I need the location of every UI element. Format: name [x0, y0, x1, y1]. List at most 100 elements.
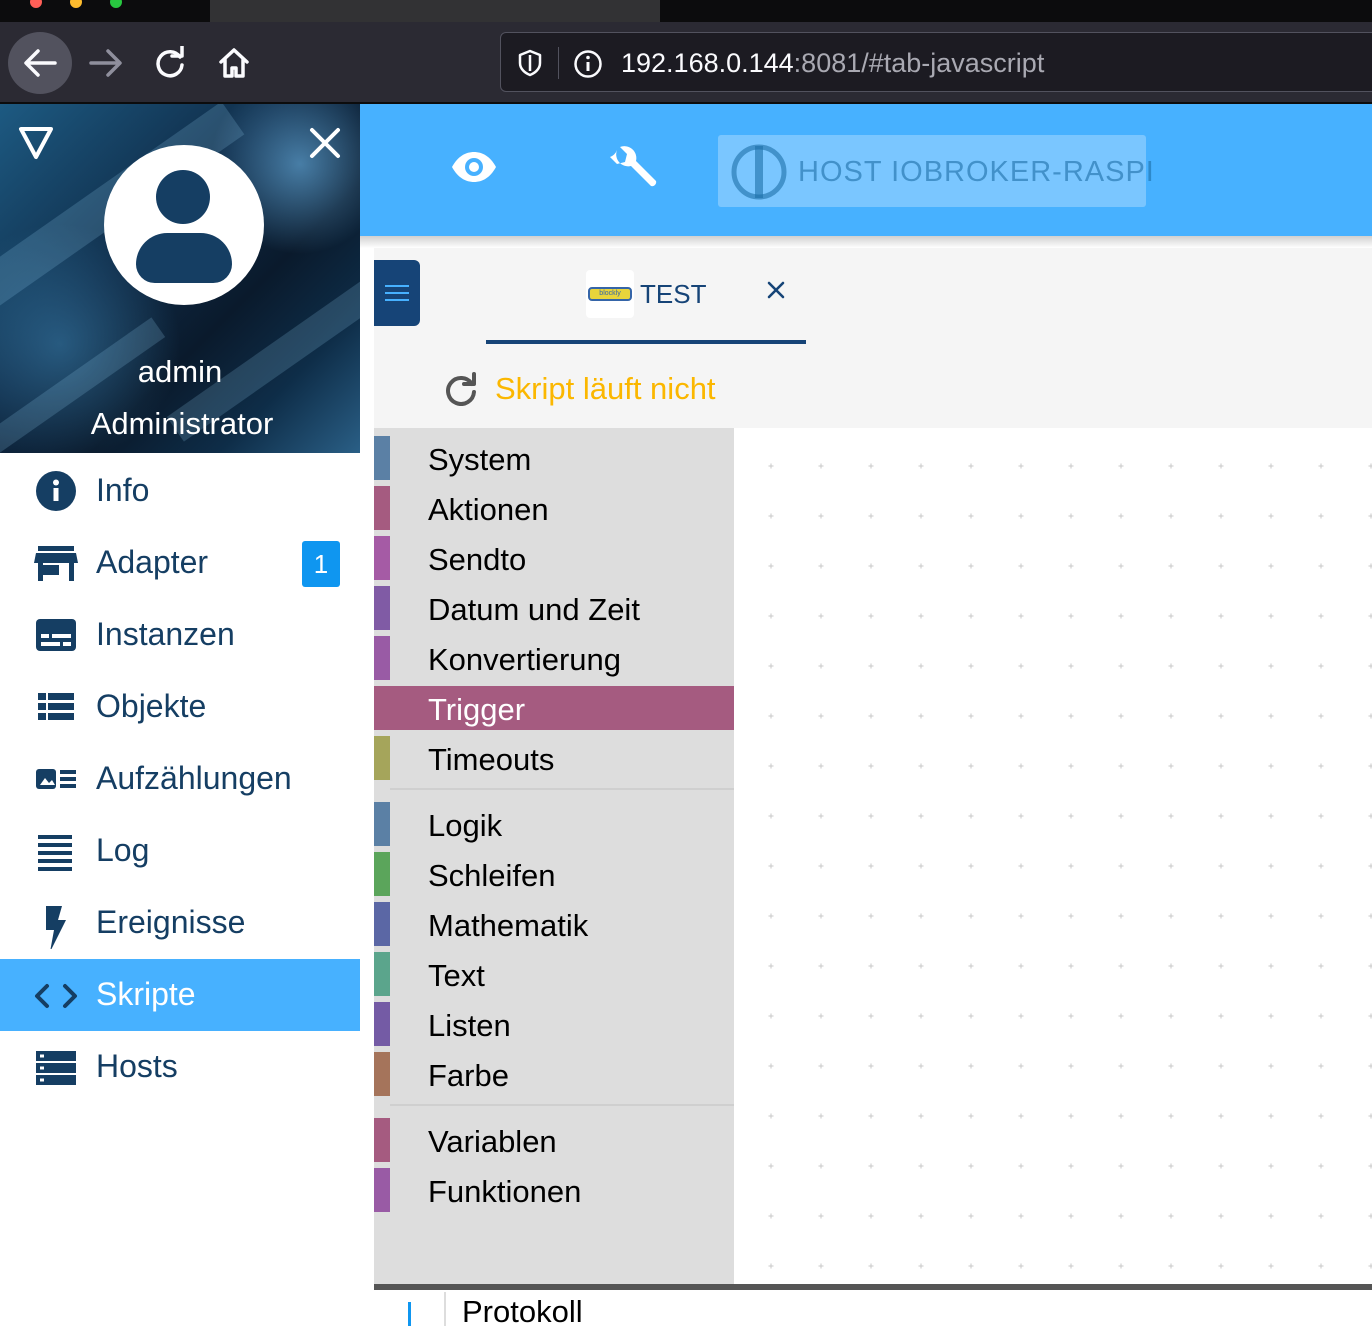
lines-icon [38, 835, 72, 871]
wrench-icon[interactable] [608, 146, 658, 196]
category-label: Variablen [428, 1124, 557, 1159]
script-tab-name: TEST [640, 279, 707, 309]
category-color-swatch [374, 586, 390, 630]
category-label: Schleifen [428, 858, 556, 893]
toolbox-category-listen[interactable]: Listen [374, 1002, 734, 1046]
category-label: Listen [428, 1008, 511, 1043]
back-button[interactable] [8, 32, 72, 94]
forward-button[interactable] [74, 32, 138, 94]
url-host: 192.168.0.144 [621, 48, 794, 78]
url-text[interactable]: 192.168.0.144:8081/#tab-javascript [621, 48, 1044, 78]
tab-script-test[interactable]: blockly TEST [486, 248, 806, 344]
user-name: admin [137, 354, 223, 389]
category-color-swatch [374, 736, 390, 780]
category-color-swatch [374, 1052, 390, 1096]
toolbox-category-farbe[interactable]: Farbe [374, 1052, 734, 1096]
toolbox-category-konvertierung[interactable]: Konvertierung [374, 636, 734, 680]
script-status-bar: Skript läuft nicht [374, 350, 1372, 428]
store-icon [34, 546, 78, 581]
sidebar-item-adapter[interactable]: Adapter 1 [0, 527, 360, 599]
blockly-logo-text: blockly [588, 287, 632, 301]
toolbox-category-sendto[interactable]: Sendto [374, 536, 734, 580]
category-color-swatch [374, 536, 390, 580]
blockly-workspace[interactable] [734, 428, 1372, 1284]
close-tab-icon[interactable] [766, 280, 786, 300]
sidebar-item-info[interactable]: Info [0, 455, 360, 527]
sidebar-item-instanzen[interactable]: Instanzen [0, 599, 360, 671]
sidebar-item-label: Info [96, 472, 150, 508]
toolbox-category-text[interactable]: Text [374, 952, 734, 996]
category-label: Sendto [428, 542, 527, 577]
sidebar-item-objekte[interactable]: Objekte [0, 671, 360, 743]
iobroker-logo-icon [731, 144, 787, 200]
browser-toolbar: 192.168.0.144:8081/#tab-javascript [0, 22, 1372, 104]
toolbox-separator [390, 788, 734, 790]
category-color-swatch [374, 952, 390, 996]
script-list-toggle-button[interactable] [374, 260, 420, 326]
site-info-icon[interactable] [573, 49, 603, 79]
toolbox-category-schleifen[interactable]: Schleifen [374, 852, 734, 896]
category-label: Text [428, 958, 485, 993]
user-role: Administrator [90, 406, 274, 441]
subtitles-icon [36, 619, 76, 651]
close-sidebar-icon[interactable] [308, 126, 342, 160]
info-icon [36, 471, 76, 511]
category-label: Datum und Zeit [428, 592, 640, 627]
featured-list-icon [36, 769, 76, 789]
category-label: Aktionen [428, 492, 549, 527]
sidebar-item-label: Hosts [96, 1048, 178, 1084]
restart-script-icon[interactable] [444, 372, 478, 406]
category-label: Timeouts [428, 742, 555, 777]
sidebar-item-hosts[interactable]: Hosts [0, 1031, 360, 1103]
sidebar-item-ereignisse[interactable]: Ereignisse [0, 887, 360, 959]
category-color-swatch [374, 1002, 390, 1046]
url-path: :8081/#tab-javascript [793, 48, 1045, 78]
browser-tab-strip [0, 0, 1372, 22]
host-button[interactable]: HOST IOBROKER-RASPI [718, 135, 1154, 207]
avatar-body-icon [136, 233, 232, 283]
window-minimize-dot[interactable] [70, 0, 82, 8]
blockly-toolbox: System Aktionen Sendto Datum und Zeit Konver… [374, 428, 734, 1284]
sidebar-item-skripte[interactable]: Skripte [0, 959, 360, 1031]
home-icon [219, 48, 249, 78]
url-bar[interactable]: 192.168.0.144:8081/#tab-javascript [500, 32, 1372, 92]
toolbox-category-timeouts[interactable]: Timeouts [374, 736, 734, 780]
category-label: Logik [428, 808, 503, 843]
category-label: Farbe [428, 1058, 509, 1093]
toolbox-category-system[interactable]: System [374, 436, 734, 480]
log-panel-tab[interactable]: Protokoll [374, 1290, 1372, 1326]
sidebar: admin Administrator Info Adapter 1 Insta… [0, 104, 360, 1326]
update-count-badge: 1 [302, 541, 340, 587]
reload-button[interactable] [138, 32, 202, 94]
host-label: HOST IOBROKER-RASPI [798, 156, 1155, 188]
browser-active-tab[interactable] [210, 0, 660, 22]
iobroker-triangle-icon [19, 127, 53, 159]
toolbox-category-aktionen[interactable]: Aktionen [374, 486, 734, 530]
category-label: Konvertierung [428, 642, 622, 677]
window-zoom-dot[interactable] [110, 0, 122, 8]
sidebar-item-aufzaehlungen[interactable]: Aufzählungen [0, 743, 360, 815]
category-color-swatch [374, 902, 390, 946]
dns-icon [36, 1051, 76, 1085]
sidebar-item-label: Ereignisse [96, 904, 246, 940]
toolbox-category-logik[interactable]: Logik [374, 802, 734, 846]
home-button[interactable] [202, 32, 266, 94]
toolbox-category-funktionen[interactable]: Funktionen [374, 1168, 734, 1212]
profile-header: admin Administrator [0, 104, 360, 453]
log-panel-label: Protokoll [462, 1294, 583, 1326]
toolbox-category-datum-und-zeit[interactable]: Datum und Zeit [374, 586, 734, 630]
toolbox-category-trigger[interactable]: Trigger [374, 686, 734, 730]
sidebar-item-label: Objekte [96, 688, 207, 724]
sidebar-item-label: Skripte [96, 976, 196, 1012]
category-color-swatch [374, 852, 390, 896]
toolbox-category-variablen[interactable]: Variablen [374, 1118, 734, 1162]
lightning-icon [46, 906, 66, 949]
window-close-dot[interactable] [30, 0, 42, 8]
shield-icon[interactable] [517, 49, 543, 77]
eye-icon[interactable] [450, 150, 498, 184]
sidebar-item-log[interactable]: Log [0, 815, 360, 887]
log-panel-edge [444, 1292, 446, 1326]
app-bar: HOST IOBROKER-RASPI [360, 104, 1372, 236]
toolbox-category-mathematik[interactable]: Mathematik [374, 902, 734, 946]
script-tabs-bar: blockly TEST [374, 248, 1372, 350]
